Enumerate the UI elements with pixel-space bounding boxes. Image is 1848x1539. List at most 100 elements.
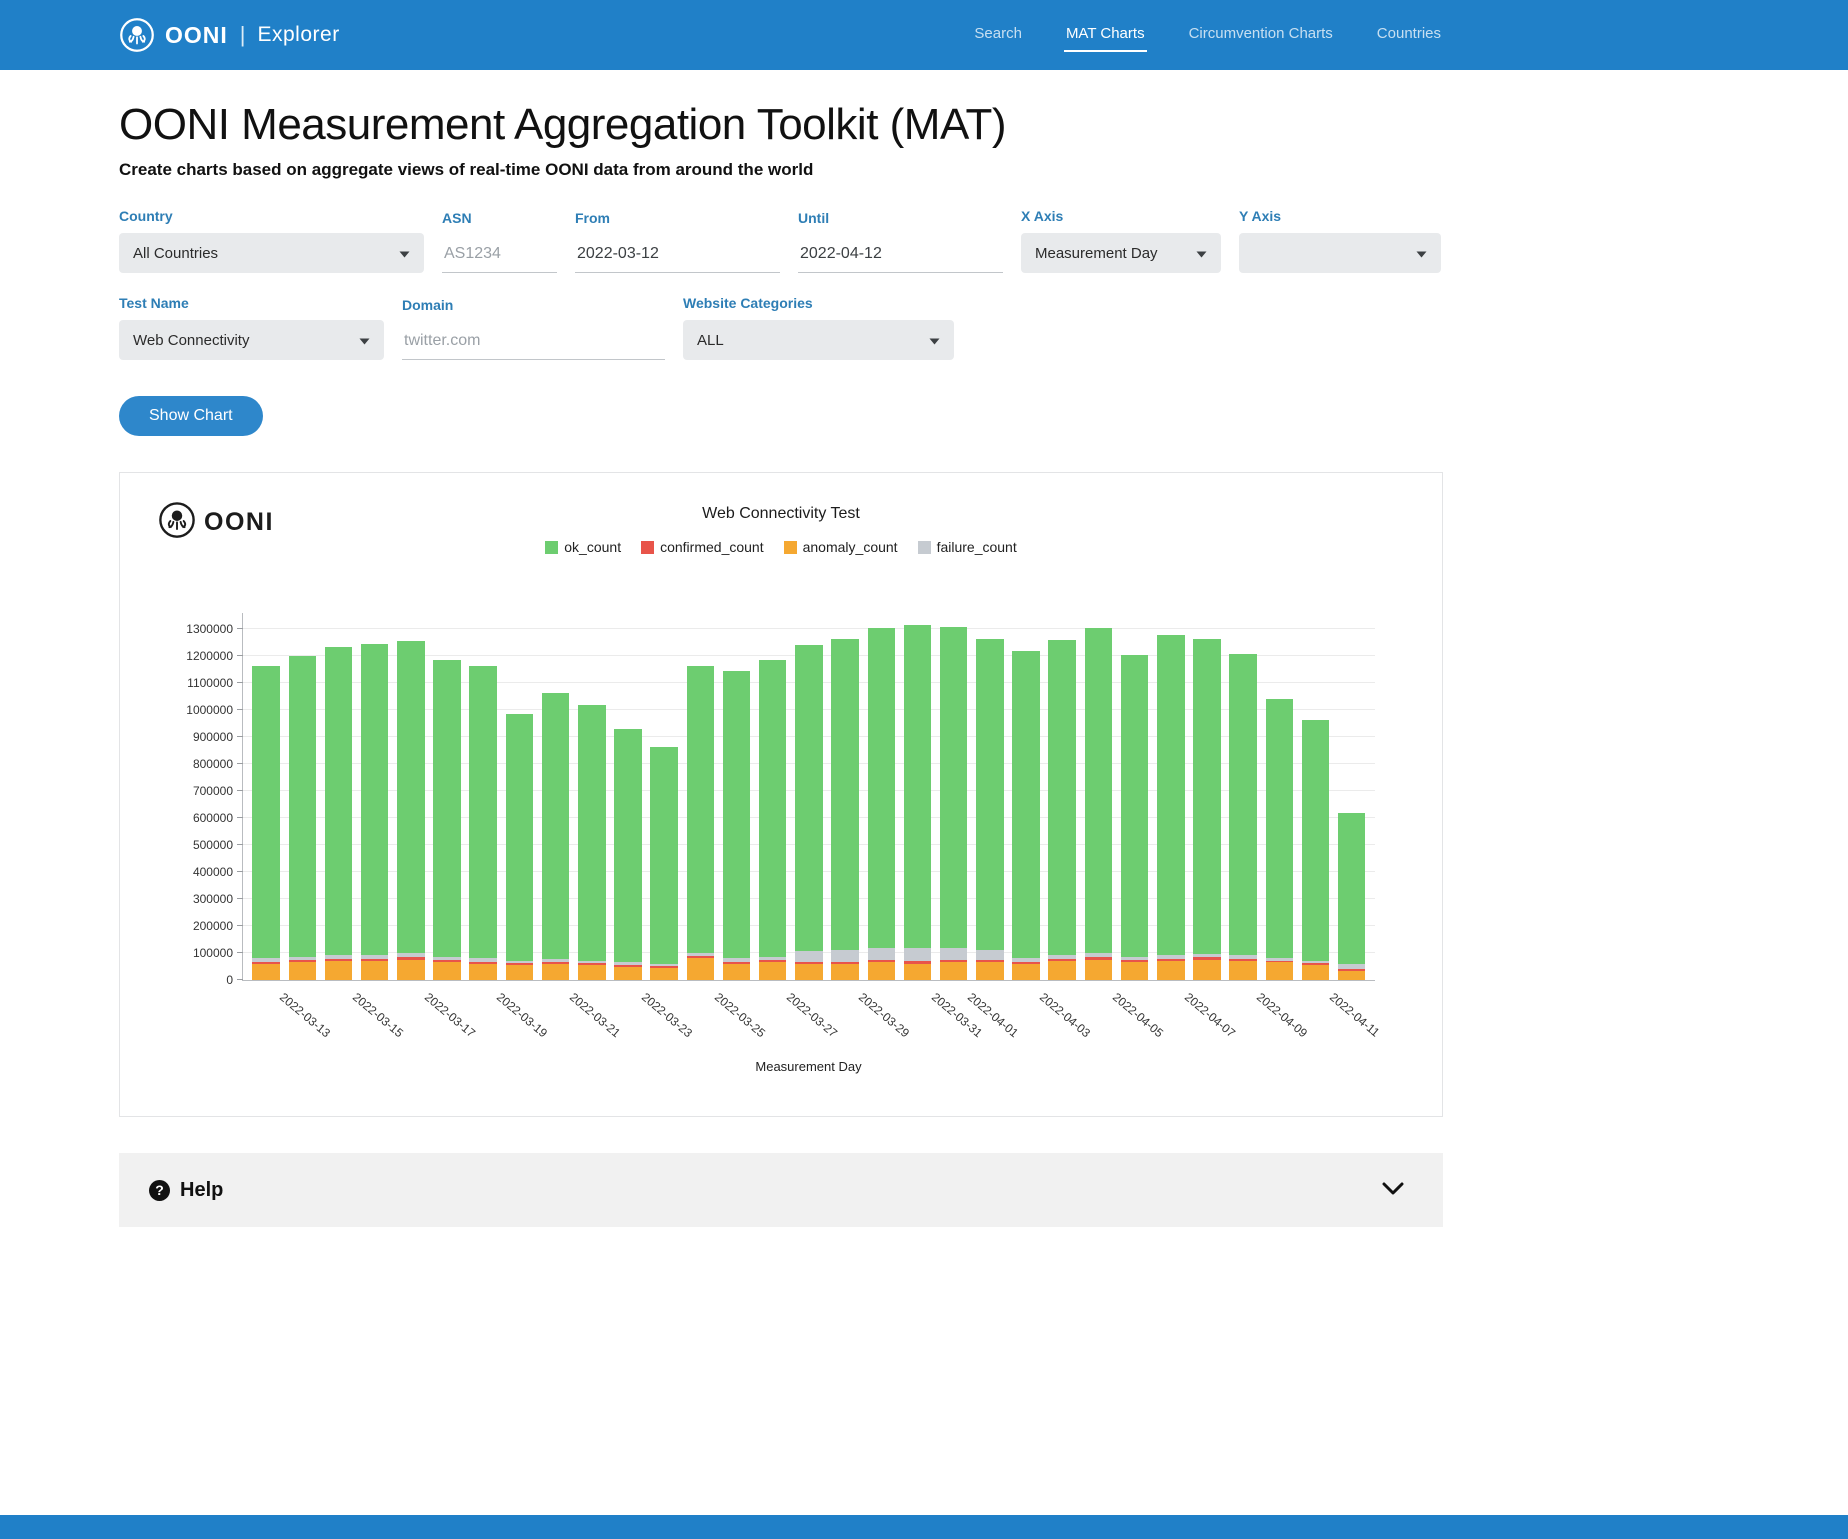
domain-input[interactable]	[402, 322, 665, 360]
y-tick-label: 800000	[148, 757, 233, 771]
bar-segment-ok_count	[976, 639, 1004, 950]
legend-item-ok_count[interactable]: ok_count	[545, 539, 621, 555]
bar-2022-04-04[interactable]	[1080, 613, 1116, 980]
bar-segment-ok_count	[1121, 655, 1149, 957]
y-tick-label: 1200000	[148, 649, 233, 663]
bar-2022-03-13[interactable]: 2022-03-13	[284, 613, 320, 980]
y-tick-label: 1100000	[148, 676, 233, 690]
website-categories-field: Website Categories ALL	[683, 295, 954, 360]
bar-2022-04-07[interactable]: 2022-04-07	[1189, 613, 1225, 980]
bar-2022-03-18[interactable]	[465, 613, 501, 980]
legend-swatch	[545, 541, 558, 554]
domain-label: Domain	[402, 297, 665, 313]
bar-2022-04-08[interactable]	[1225, 613, 1261, 980]
stacked-bar	[469, 613, 497, 980]
x-tick-label: 2022-04-11	[1327, 990, 1382, 1040]
bar-2022-04-10[interactable]	[1297, 613, 1333, 980]
bar-2022-04-02[interactable]	[1008, 613, 1044, 980]
bar-2022-04-09[interactable]: 2022-04-09	[1261, 613, 1297, 980]
chevron-down-icon	[359, 332, 370, 349]
stacked-bar	[325, 613, 353, 980]
test-name-label: Test Name	[119, 295, 384, 311]
brand-name: OONI	[165, 22, 228, 49]
bar-segment-ok_count	[578, 705, 606, 961]
yaxis-select[interactable]	[1239, 233, 1441, 273]
bar-segment-anomaly_count	[361, 961, 389, 980]
nav-circumvention-charts[interactable]: Circumvention Charts	[1187, 19, 1335, 52]
y-tick-label: 1300000	[148, 622, 233, 636]
bar-2022-04-06[interactable]	[1153, 613, 1189, 980]
country-select[interactable]: All Countries	[119, 233, 424, 273]
bar-2022-03-17[interactable]: 2022-03-17	[429, 613, 465, 980]
bar-2022-03-28[interactable]	[827, 613, 863, 980]
test-name-select[interactable]: Web Connectivity	[119, 320, 384, 360]
bar-segment-ok_count	[1266, 699, 1294, 957]
legend-item-failure_count[interactable]: failure_count	[918, 539, 1017, 555]
bar-segment-anomaly_count	[289, 962, 317, 980]
bar-segment-failure_count	[976, 950, 1004, 961]
yaxis-field: Y Axis	[1239, 208, 1441, 273]
y-tick-label: 500000	[148, 838, 233, 852]
bar-2022-03-25[interactable]: 2022-03-25	[718, 613, 754, 980]
from-date-input[interactable]	[575, 235, 780, 273]
bar-2022-03-21[interactable]: 2022-03-21	[574, 613, 610, 980]
bar-2022-03-15[interactable]: 2022-03-15	[357, 613, 393, 980]
stacked-bar	[433, 613, 461, 980]
chart-ooni-logo: OONI	[158, 501, 274, 544]
bar-2022-03-30[interactable]	[899, 613, 935, 980]
bar-2022-04-05[interactable]: 2022-04-05	[1117, 613, 1153, 980]
chevron-down-icon	[1196, 245, 1207, 262]
asn-label: ASN	[442, 210, 557, 226]
legend-item-anomaly_count[interactable]: anomaly_count	[784, 539, 898, 555]
bar-2022-03-26[interactable]	[755, 613, 791, 980]
nav-countries[interactable]: Countries	[1375, 19, 1443, 52]
bar-2022-03-29[interactable]: 2022-03-29	[863, 613, 899, 980]
nav-search[interactable]: Search	[972, 19, 1024, 52]
bar-2022-03-23[interactable]: 2022-03-23	[646, 613, 682, 980]
bar-2022-03-16[interactable]	[393, 613, 429, 980]
bar-2022-04-01[interactable]: 2022-04-01	[972, 613, 1008, 980]
bar-2022-03-19[interactable]: 2022-03-19	[501, 613, 537, 980]
ooni-explorer-logo[interactable]: OONI | Explorer	[119, 17, 340, 53]
y-tick-label: 900000	[148, 730, 233, 744]
x-tick-label: 2022-04-09	[1254, 990, 1310, 1040]
bar-2022-03-22[interactable]	[610, 613, 646, 980]
country-select-value: All Countries	[133, 245, 218, 262]
brand-separator: |	[240, 22, 246, 48]
bar-segment-ok_count	[723, 671, 751, 958]
bar-segment-anomaly_count	[614, 967, 642, 980]
xaxis-field: X Axis Measurement Day	[1021, 208, 1221, 273]
bar-segment-failure_count	[795, 951, 823, 962]
xaxis-select[interactable]: Measurement Day	[1021, 233, 1221, 273]
bar-2022-03-20[interactable]	[538, 613, 574, 980]
help-collapse-button[interactable]	[1373, 1170, 1413, 1210]
bar-segment-ok_count	[1302, 720, 1330, 961]
x-tick-label: 2022-03-29	[856, 990, 912, 1040]
until-label: Until	[798, 210, 1003, 226]
bar-2022-03-14[interactable]	[320, 613, 356, 980]
bar-2022-03-24[interactable]	[682, 613, 718, 980]
stacked-bar	[1085, 613, 1113, 980]
chevron-down-icon	[1416, 245, 1427, 262]
bar-2022-04-03[interactable]: 2022-04-03	[1044, 613, 1080, 980]
until-date-input[interactable]	[798, 235, 1003, 273]
show-chart-button[interactable]: Show Chart	[119, 396, 263, 436]
bar-segment-ok_count	[361, 644, 389, 955]
legend-item-confirmed_count[interactable]: confirmed_count	[641, 539, 764, 555]
stacked-bar	[1121, 613, 1149, 980]
bar-2022-03-27[interactable]: 2022-03-27	[791, 613, 827, 980]
asn-input[interactable]	[442, 235, 557, 273]
plot-wrap: 0100000200000300000400000500000600000700…	[142, 613, 1420, 1074]
ooni-octopus-icon	[158, 501, 196, 544]
bar-2022-04-11[interactable]: 2022-04-11	[1334, 613, 1370, 980]
chart-legend: ok_count confirmed_count anomaly_count fail…	[142, 539, 1420, 555]
help-bar[interactable]: Help	[119, 1153, 1443, 1227]
website-categories-select[interactable]: ALL	[683, 320, 954, 360]
stacked-bar	[542, 613, 570, 980]
bar-segment-ok_count	[325, 647, 353, 955]
stacked-bar	[361, 613, 389, 980]
bar-2022-03-31[interactable]: 2022-03-31	[936, 613, 972, 980]
nav-mat-charts[interactable]: MAT Charts	[1064, 19, 1147, 52]
bar-segment-ok_count	[1157, 635, 1185, 956]
bar-2022-03-12[interactable]	[248, 613, 284, 980]
